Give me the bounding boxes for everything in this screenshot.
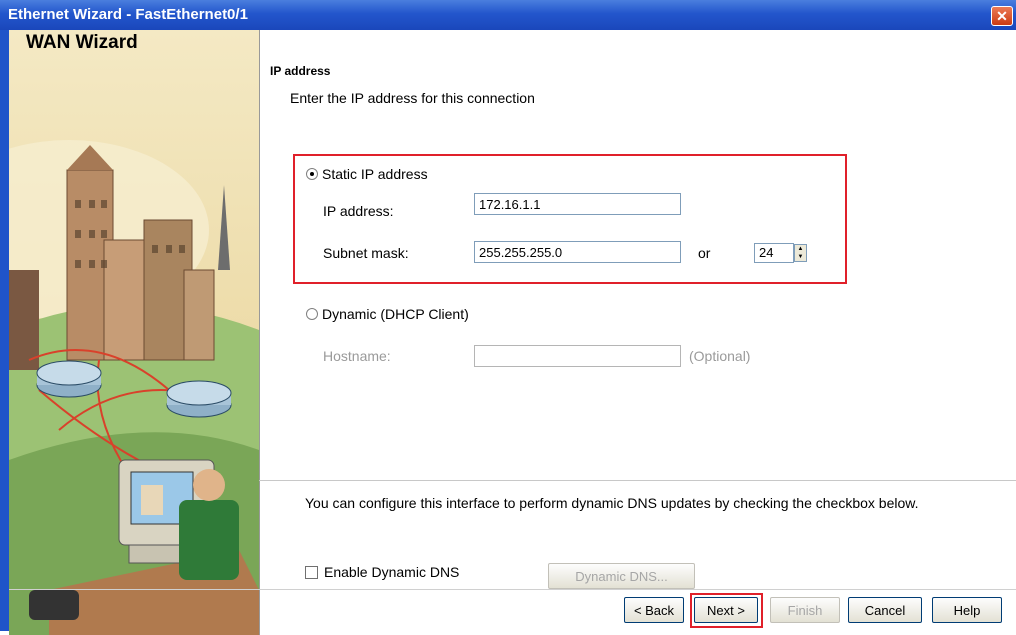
instruction-text: Enter the IP address for this connection — [290, 90, 535, 106]
section-heading: IP address — [270, 64, 331, 78]
dynamic-dhcp-label: Dynamic (DHCP Client) — [322, 306, 469, 322]
prefix-length-input[interactable] — [754, 243, 794, 263]
or-label: or — [698, 245, 711, 261]
side-panel — [9, 30, 260, 635]
section-separator — [259, 480, 1016, 481]
dynamic-dhcp-radio[interactable] — [306, 308, 318, 320]
window-title: Ethernet Wizard - FastEthernet0/1 — [8, 6, 248, 23]
subnet-mask-label: Subnet mask: — [323, 245, 409, 261]
spin-down-icon[interactable]: ▼ — [795, 253, 806, 261]
static-ip-label: Static IP address — [322, 166, 428, 182]
prefix-spinner[interactable]: ▲ ▼ — [794, 244, 807, 262]
dns-description: You can configure this interface to perf… — [305, 495, 919, 511]
window-left-border — [0, 30, 9, 631]
enable-dynamic-dns-checkbox[interactable] — [305, 566, 318, 579]
enable-dynamic-dns-label: Enable Dynamic DNS — [324, 564, 460, 580]
wan-illustration — [9, 140, 259, 635]
side-panel-title: WAN Wizard — [26, 32, 138, 53]
hostname-input[interactable] — [474, 345, 681, 367]
ip-address-label: IP address: — [323, 203, 394, 219]
close-icon: ✕ — [996, 8, 1008, 24]
subnet-mask-input[interactable] — [474, 241, 681, 263]
close-button[interactable]: ✕ — [991, 6, 1013, 26]
help-button[interactable]: Help — [932, 597, 1002, 623]
spin-up-icon[interactable]: ▲ — [795, 245, 806, 253]
finish-button[interactable]: Finish — [770, 597, 840, 623]
next-button-highlight — [690, 593, 763, 628]
footer-divider — [9, 589, 1016, 590]
cancel-button[interactable]: Cancel — [848, 597, 922, 623]
dynamic-dns-button[interactable]: Dynamic DNS... — [548, 563, 695, 589]
optional-label: (Optional) — [689, 348, 751, 364]
hostname-label: Hostname: — [323, 348, 391, 364]
back-button[interactable]: < Back — [624, 597, 684, 623]
static-ip-radio[interactable] — [306, 168, 318, 180]
ip-address-input[interactable] — [474, 193, 681, 215]
window-title-bar: Ethernet Wizard - FastEthernet0/1 — [0, 0, 1016, 30]
